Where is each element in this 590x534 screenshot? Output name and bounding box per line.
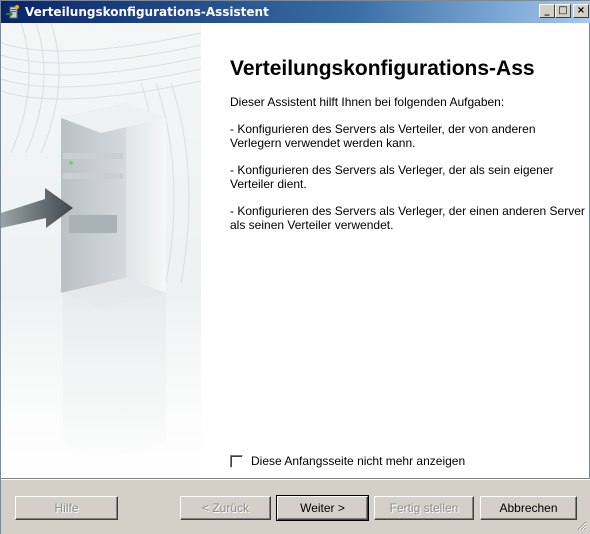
next-button[interactable]: Weiter > [276,495,369,521]
finish-button[interactable]: Fertig stellen [374,496,474,520]
resize-grip-icon[interactable] [575,519,587,531]
title-bar[interactable]: Verteilungskonfigurations-Assistent _ □ … [1,1,590,23]
task-item: - Konfigurieren des Servers als Verleger… [230,163,554,191]
back-button[interactable]: < Zurück [180,496,271,520]
welcome-content: Verteilungskonfigurations-Ass Dieser Ass… [230,57,585,232]
skip-welcome-label[interactable]: Diese Anfangsseite nicht mehr anzeigen [251,454,465,468]
window-title: Verteilungskonfigurations-Assistent [25,5,269,19]
skip-welcome-checkbox[interactable] [230,454,243,468]
wizard-app-icon [6,5,19,19]
server-tower-with-arrow-illustration [1,23,201,478]
skip-welcome-option[interactable]: Diese Anfangsseite nicht mehr anzeigen [230,454,465,468]
task-item: - Konfigurieren des Servers als Verteile… [230,122,536,150]
cancel-button[interactable]: Abbrechen [480,496,577,520]
close-button[interactable]: × [573,4,589,18]
wizard-window: Verteilungskonfigurations-Assistent _ □ … [0,0,590,534]
footer-separator [1,478,590,480]
panel-divider [201,23,202,478]
maximize-button[interactable]: □ [555,4,571,18]
help-button[interactable]: Hilfe [15,496,118,520]
wizard-side-illustration [1,23,201,478]
task-item: - Konfigurieren des Servers als Verleger… [230,204,585,232]
minimize-button[interactable]: _ [539,4,555,18]
intro-text: Dieser Assistent hilft Ihnen bei folgend… [230,95,505,109]
page-title: Verteilungskonfigurations-Ass [230,57,535,80]
window-controls: _ □ × [539,4,589,18]
